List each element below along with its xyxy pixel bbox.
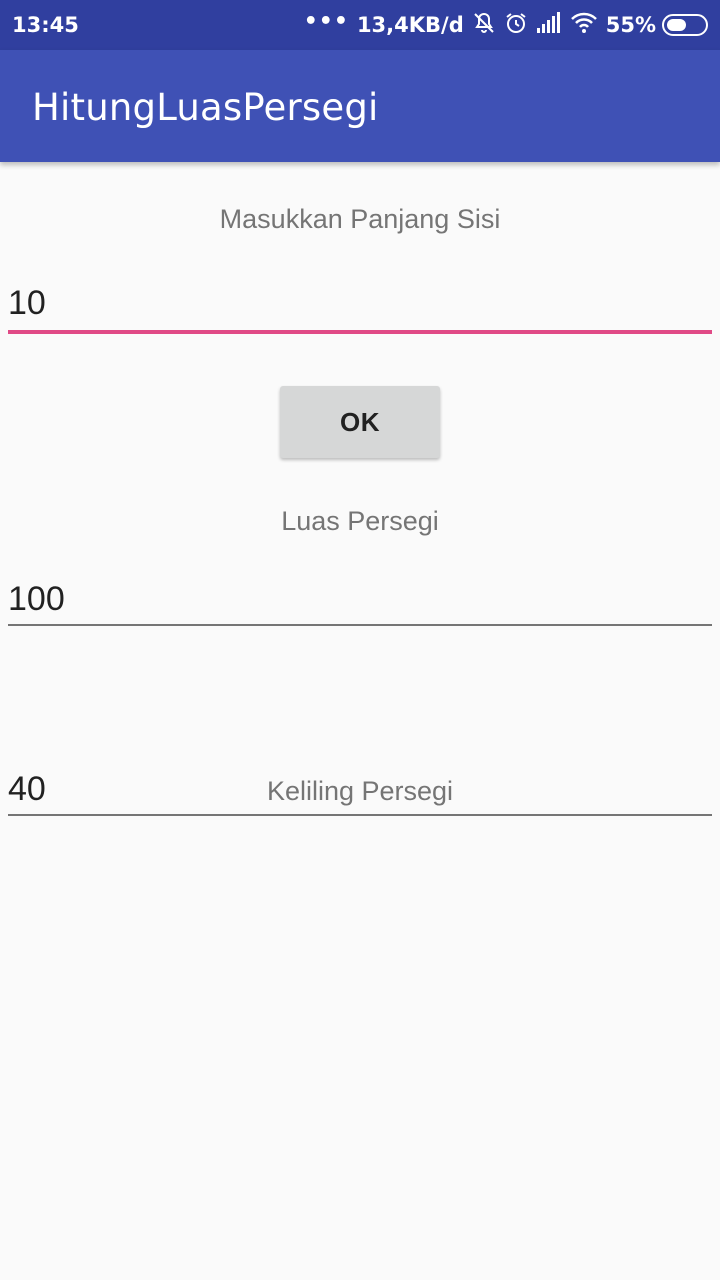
ok-button[interactable]: OK: [280, 386, 440, 458]
battery-percent: 55%: [605, 13, 656, 37]
status-icons: ••• 13,4KB/d 55%: [296, 9, 708, 41]
input-underline: [8, 330, 712, 334]
alarm-icon: [504, 11, 528, 40]
signal-icon: [536, 11, 562, 39]
notifications-off-icon: [472, 11, 496, 40]
perimeter-underline: [8, 814, 712, 816]
network-speed: 13,4KB/d: [356, 13, 464, 37]
battery-indicator: 55%: [606, 13, 708, 37]
wifi-icon: [570, 12, 598, 39]
more-dots-icon: •••: [303, 8, 349, 34]
side-length-value[interactable]: 10: [8, 284, 46, 323]
area-result-value: 100: [8, 580, 65, 618]
input-label: Masukkan Panjang Sisi: [219, 204, 501, 234]
side-length-input[interactable]: 10: [8, 280, 712, 336]
battery-icon: [662, 14, 708, 36]
app-bar: HitungLuasPersegi: [0, 50, 720, 162]
perimeter-label: Keliling Persegi: [266, 776, 454, 806]
area-underline: [8, 624, 712, 626]
area-label: Luas Persegi: [281, 506, 439, 536]
app-title: HitungLuasPersegi: [32, 86, 379, 129]
status-time: 13:45: [12, 13, 79, 37]
status-bar: 13:45 ••• 13,4KB/d 55%: [0, 0, 720, 50]
area-result-field[interactable]: 100: [8, 576, 712, 628]
battery-level-fill: [667, 19, 686, 31]
